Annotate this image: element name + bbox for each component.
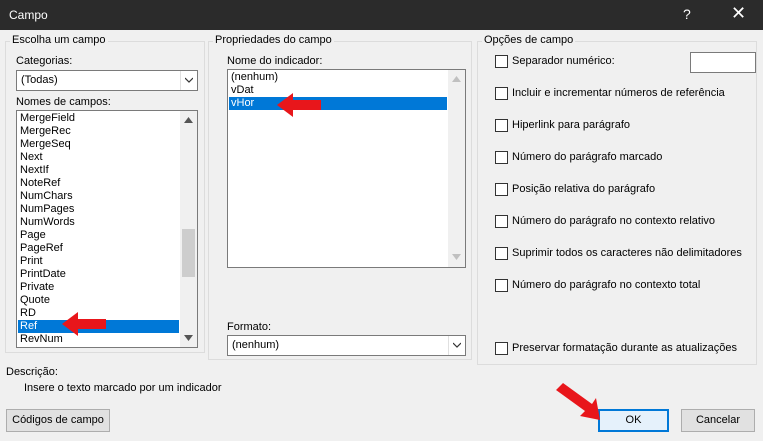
- field-list-item[interactable]: PageRef: [18, 242, 179, 255]
- bookmark-list-item[interactable]: vDat: [229, 84, 447, 97]
- field-option-label: Hiperlink para parágrafo: [512, 119, 631, 131]
- field-option-checkbox[interactable]: Hiperlink para parágrafo: [495, 118, 745, 134]
- scroll-thumb[interactable]: [182, 229, 195, 277]
- field-list-item[interactable]: Next: [18, 151, 179, 164]
- checkbox-box[interactable]: [495, 151, 508, 164]
- field-list-item[interactable]: NumPages: [18, 203, 179, 216]
- preserve-formatting-label: Preservar formatação durante as atualiza…: [512, 342, 738, 354]
- field-options-title: Opções de campo: [482, 34, 576, 46]
- field-option-label: Separador numérico:: [512, 55, 615, 67]
- description-text: Insere o texto marcado por um indicador: [24, 382, 222, 394]
- numeric-separator-input[interactable]: [690, 52, 756, 73]
- field-properties-title: Propriedades do campo: [213, 34, 334, 46]
- field-option-label: Posição relativa do parágrafo: [512, 183, 656, 195]
- description-label: Descrição:: [6, 366, 58, 378]
- field-names-label: Nomes de campos:: [16, 96, 111, 108]
- field-list-scrollbar[interactable]: [180, 111, 197, 347]
- annotation-arrow-ok: [556, 383, 600, 420]
- annotation-arrow-bookmark: [277, 93, 321, 117]
- checkbox-box[interactable]: [495, 183, 508, 196]
- scroll-up-icon[interactable]: [452, 76, 461, 82]
- title-bar: Campo ? ✕: [0, 0, 763, 30]
- scroll-down-icon[interactable]: [184, 335, 193, 341]
- field-list-item[interactable]: Quote: [18, 294, 179, 307]
- field-list-item[interactable]: NextIf: [18, 164, 179, 177]
- field-list-item[interactable]: NoteRef: [18, 177, 179, 190]
- format-value: (nenhum): [232, 339, 280, 351]
- field-dialog: Campo ? ✕ Escolha um campo Categorias: (…: [0, 0, 763, 441]
- bookmark-list[interactable]: (nenhum) vDat vHor: [227, 69, 466, 268]
- field-option-checkbox[interactable]: Número do parágrafo no contexto total: [495, 278, 745, 294]
- field-list-item[interactable]: Private: [18, 281, 179, 294]
- format-label: Formato:: [227, 321, 272, 333]
- field-list-item[interactable]: Print: [18, 255, 179, 268]
- field-option-checkbox[interactable]: Incluir e incrementar números de referên…: [495, 86, 745, 102]
- field-option-label: Número do parágrafo no contexto total: [512, 279, 701, 291]
- close-icon[interactable]: ✕: [731, 3, 746, 24]
- bookmark-list-item[interactable]: (nenhum): [229, 71, 447, 84]
- scroll-up-icon[interactable]: [184, 117, 193, 123]
- field-codes-button[interactable]: Códigos de campo: [6, 409, 110, 432]
- chevron-down-icon: [453, 342, 461, 348]
- choose-field-title: Escolha um campo: [10, 34, 108, 46]
- checkbox-box[interactable]: [495, 247, 508, 260]
- field-list-item[interactable]: MergeField: [18, 112, 179, 125]
- checkbox-box[interactable]: [495, 215, 508, 228]
- bookmark-list-item[interactable]: vHor: [229, 97, 447, 110]
- bookmark-name-label: Nome do indicador:: [227, 55, 323, 67]
- format-dropdown-button[interactable]: [448, 336, 465, 355]
- field-option-checkbox[interactable]: Posição relativa do parágrafo: [495, 182, 745, 198]
- checkbox-box[interactable]: [495, 87, 508, 100]
- field-list-item[interactable]: MergeRec: [18, 125, 179, 138]
- field-list-item[interactable]: PrintDate: [18, 268, 179, 281]
- checkbox-box[interactable]: [495, 55, 508, 68]
- categories-value: (Todas): [21, 74, 58, 86]
- preserve-formatting-box[interactable]: [495, 342, 508, 355]
- checkbox-box[interactable]: [495, 119, 508, 132]
- categories-label: Categorias:: [16, 55, 73, 67]
- bookmark-list-scrollbar[interactable]: [448, 70, 465, 267]
- chevron-down-icon: [185, 77, 193, 83]
- preserve-formatting-checkbox[interactable]: Preservar formatação durante as atualiza…: [495, 341, 755, 357]
- field-option-label: Número do parágrafo marcado: [512, 151, 663, 163]
- field-list-item[interactable]: MergeSeq: [18, 138, 179, 151]
- annotation-arrow-field: [62, 312, 106, 336]
- dialog-title: Campo: [9, 8, 48, 22]
- scroll-down-icon[interactable]: [452, 254, 461, 260]
- field-option-checkbox[interactable]: Número do parágrafo no contexto relativo: [495, 214, 745, 230]
- categories-dropdown-button[interactable]: [180, 71, 197, 90]
- cancel-button[interactable]: Cancelar: [681, 409, 755, 432]
- checkbox-box[interactable]: [495, 279, 508, 292]
- field-option-checkbox[interactable]: Suprimir todos os caracteres não delimit…: [495, 246, 745, 262]
- field-option-label: Incluir e incrementar números de referên…: [512, 87, 725, 99]
- format-combo[interactable]: (nenhum): [227, 335, 466, 356]
- field-option-label: Número do parágrafo no contexto relativo: [512, 215, 716, 227]
- field-option-label: Suprimir todos os caracteres não delimit…: [512, 247, 742, 259]
- help-icon[interactable]: ?: [683, 6, 691, 22]
- categories-combo[interactable]: (Todas): [16, 70, 198, 91]
- ok-button[interactable]: OK: [598, 409, 669, 432]
- field-option-checkbox[interactable]: Número do parágrafo marcado: [495, 150, 745, 166]
- field-list-item[interactable]: NumWords: [18, 216, 179, 229]
- field-list-item[interactable]: Page: [18, 229, 179, 242]
- field-list-item[interactable]: NumChars: [18, 190, 179, 203]
